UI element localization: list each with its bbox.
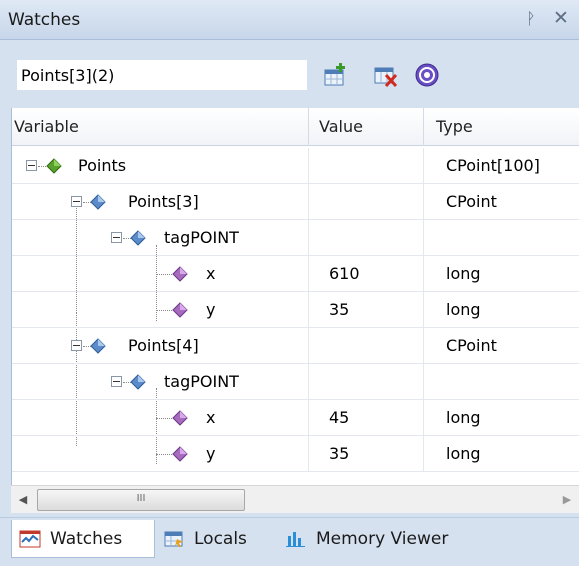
bottom-tab-bar: Watches Locals Memory Viewer [0, 517, 579, 566]
column-header-value[interactable]: Value [319, 108, 363, 146]
scrollbar-thumb[interactable]: III [37, 489, 245, 511]
help-icon [415, 63, 439, 87]
close-icon[interactable]: ✕ [553, 7, 569, 29]
table-row[interactable]: x 610 long [12, 256, 579, 292]
grid-header: Variable Value Type [12, 108, 579, 146]
variable-value[interactable]: 610 [329, 256, 360, 292]
variable-name: tagPOINT [164, 372, 239, 391]
table-row[interactable]: Points[3] CPoint [12, 184, 579, 220]
watch-expression-input[interactable] [17, 60, 307, 90]
column-header-variable[interactable]: Variable [14, 108, 79, 146]
variable-name: y [206, 300, 216, 319]
blue-diamond-icon [130, 230, 146, 246]
add-watch-button[interactable] [322, 62, 348, 88]
window-title: Watches [8, 10, 81, 30]
variable-name: x [206, 408, 216, 427]
variable-value[interactable]: 45 [329, 400, 349, 436]
watches-window: Watches ᚹ ✕ Points[3](2) Variable Value … [0, 0, 579, 566]
collapse-toggle[interactable] [71, 196, 82, 207]
watch-grid: Variable Value Type Points CPoint[100] P… [11, 108, 579, 485]
blue-diamond-icon [90, 338, 106, 354]
table-row[interactable]: Points[4] CPoint [12, 328, 579, 364]
watches-tab-icon [19, 530, 41, 548]
collapse-toggle[interactable] [111, 376, 122, 387]
purple-diamond-icon [172, 302, 188, 318]
delete-watch-icon [374, 67, 398, 88]
variable-name: Points[4] [128, 336, 199, 355]
tab-label: Locals [194, 529, 247, 549]
green-diamond-icon [46, 158, 62, 174]
collapse-toggle[interactable] [111, 232, 122, 243]
pin-icon[interactable]: ᚹ [526, 9, 536, 28]
variable-name: y [206, 444, 216, 463]
variable-type: long [446, 264, 481, 283]
variable-type: CPoint [446, 336, 497, 355]
table-row[interactable]: tagPOINT [12, 220, 579, 256]
column-header-type[interactable]: Type [436, 108, 473, 146]
tab-label: Memory Viewer [316, 529, 449, 549]
variable-name: Points[3] [128, 192, 199, 211]
tab-memory-viewer[interactable]: Memory Viewer [278, 520, 488, 558]
blue-diamond-icon [130, 374, 146, 390]
purple-diamond-icon [172, 446, 188, 462]
blue-diamond-icon [90, 194, 106, 210]
variable-name: tagPOINT [164, 228, 239, 247]
variable-type: CPoint [446, 192, 497, 211]
tab-label: Watches [50, 529, 123, 549]
scroll-right-arrow-icon[interactable]: ▶ [555, 486, 579, 514]
table-row[interactable]: y 35 long [12, 292, 579, 328]
variable-name: Points [78, 156, 127, 175]
horizontal-scrollbar[interactable]: ◀ III ▶ [11, 485, 579, 513]
delete-watch-button[interactable] [373, 62, 399, 88]
collapse-toggle[interactable] [26, 160, 37, 171]
variable-type: long [446, 408, 481, 427]
variable-type: long [446, 444, 481, 463]
tab-watches[interactable]: Watches [11, 520, 155, 558]
variable-value[interactable]: 35 [329, 436, 349, 472]
toolbar [0, 40, 579, 106]
memory-viewer-tab-icon [286, 532, 305, 547]
locals-tab-icon [164, 531, 183, 547]
tab-locals[interactable]: Locals [156, 520, 276, 558]
scrollbar-grip: III [136, 493, 146, 504]
table-row[interactable]: Points CPoint[100] [12, 148, 579, 184]
variable-name: x [206, 264, 216, 283]
scroll-left-arrow-icon[interactable]: ◀ [11, 486, 35, 514]
help-button[interactable] [414, 62, 440, 88]
table-row[interactable]: tagPOINT [12, 364, 579, 400]
variable-value[interactable]: 35 [329, 292, 349, 328]
table-row[interactable]: y 35 long [12, 436, 579, 472]
variable-type: CPoint[100] [446, 156, 540, 175]
collapse-toggle[interactable] [71, 340, 82, 351]
title-bar: Watches ᚹ ✕ [0, 0, 579, 40]
variable-type: long [446, 300, 481, 319]
table-row[interactable]: x 45 long [12, 400, 579, 436]
purple-diamond-icon [172, 410, 188, 426]
add-watch-icon [324, 63, 345, 86]
purple-diamond-icon [172, 266, 188, 282]
